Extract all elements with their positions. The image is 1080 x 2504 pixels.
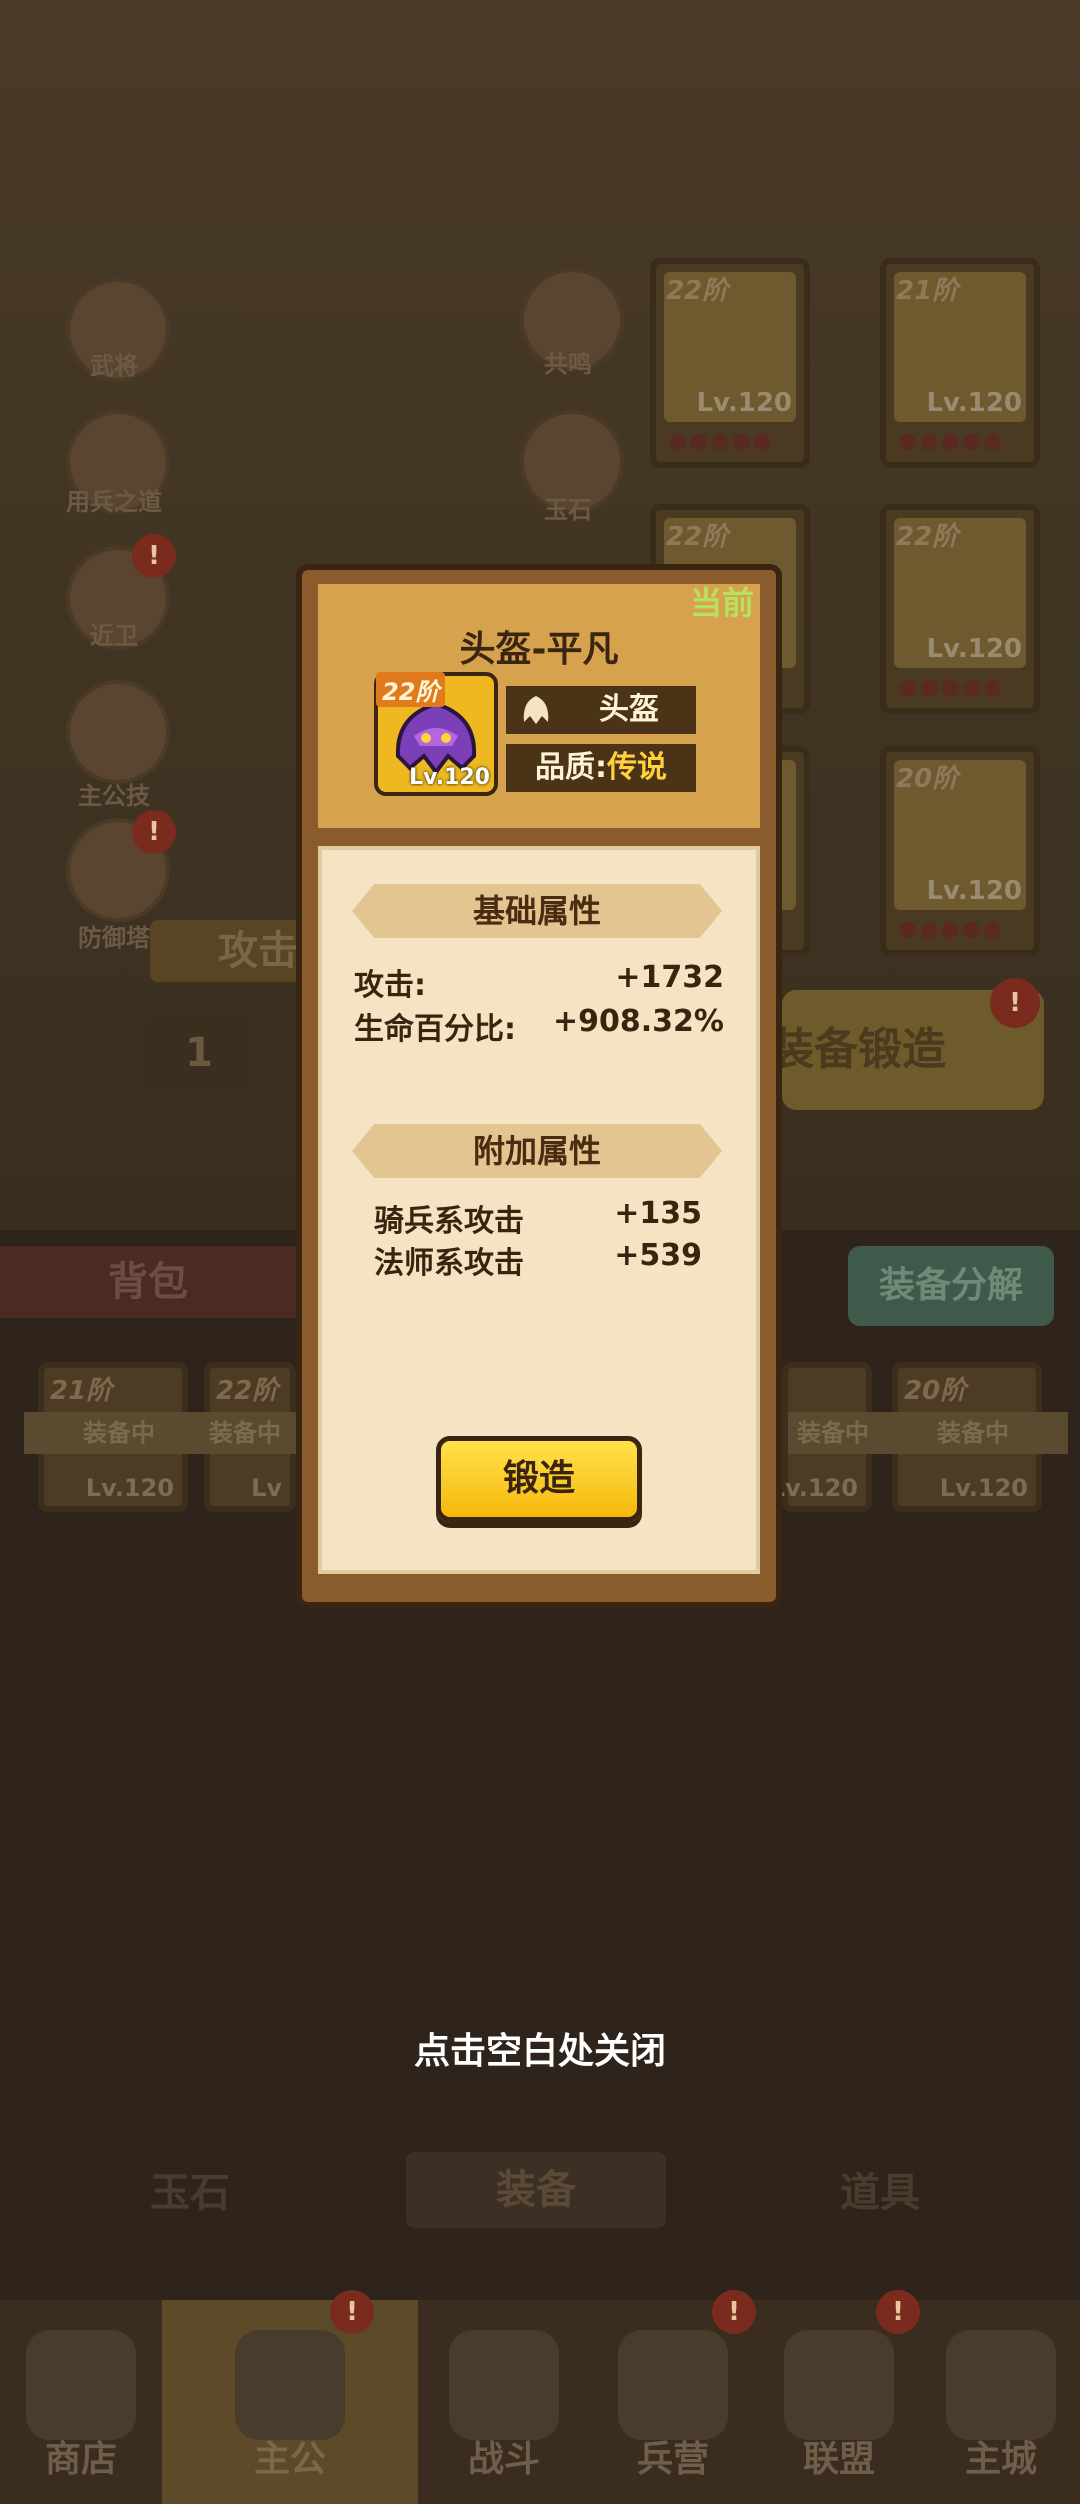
stat-value: +1732 — [615, 960, 724, 995]
item-quality-row: 品质:传说 — [506, 744, 696, 792]
bag-item-level: Lv.120 — [769, 1474, 858, 1502]
shop-icon — [26, 2330, 136, 2440]
star-pips: ●●●●● — [898, 429, 1004, 454]
stat-name: 生命百分比: — [354, 1012, 516, 1047]
equip-slot-tier: 22阶 — [666, 276, 729, 306]
menu-guard-label: 近卫 — [90, 622, 138, 650]
nav-shop[interactable]: 商店 — [0, 2300, 162, 2504]
nav-lord[interactable]: 主公 — [162, 2300, 418, 2504]
bag-item-2[interactable]: 22阶 装备中 Lv — [190, 1362, 300, 1512]
equip-slot-level: Lv.120 — [926, 634, 1022, 664]
menu-resonance-label: 共鸣 — [544, 350, 592, 378]
menu-tactics-label: 用兵之道 — [66, 488, 162, 516]
banner-icon — [784, 2330, 894, 2440]
nav-city-label: 主城 — [964, 2439, 1037, 2480]
bag-item-tier: 21阶 — [50, 1376, 113, 1406]
forge-equipment-label: 装备锻造 — [782, 1024, 946, 1075]
nav-shop-label: 商店 — [44, 2439, 117, 2480]
map-icon — [946, 2330, 1056, 2440]
equip-slot-2[interactable]: 21阶 Lv.120 ●●●●● — [880, 258, 1040, 468]
equip-slot-4[interactable]: 22阶 Lv.120 ●●●●● — [880, 504, 1040, 714]
nav-barracks-label: 兵营 — [636, 2439, 709, 2480]
stat-row-hp-percent: 生命百分比: +908.32% — [354, 1004, 724, 1048]
bag-item-level: Lv.120 — [939, 1474, 1028, 1502]
nav-alliance-label: 联盟 — [802, 2439, 875, 2480]
forge-button[interactable]: 锻造 — [436, 1436, 642, 1522]
stat-value: +135 — [614, 1196, 702, 1231]
star-pips: ●●●●● — [898, 675, 1004, 700]
tab-jade[interactable]: 玉石 — [100, 2160, 280, 2218]
count-display: 1 — [144, 1016, 254, 1090]
item-title: 头盔-平凡 — [459, 629, 619, 670]
equip-slot-level: Lv.120 — [926, 388, 1022, 418]
stat-name: 攻击: — [354, 968, 426, 1003]
lord-icon — [235, 2330, 345, 2440]
bow-icon — [618, 2330, 728, 2440]
menu-lord-skill[interactable] — [66, 680, 170, 784]
menu-lord-skill-label: 主公技 — [78, 782, 150, 810]
equipped-banner: 装备中 — [190, 1412, 300, 1454]
crossed-swords-icon — [449, 2330, 559, 2440]
current-tag: 当前 — [690, 584, 755, 622]
bag-item-3[interactable]: 装备中 Lv.120 — [770, 1362, 878, 1512]
equipped-banner: 装备中 — [878, 1412, 1068, 1454]
nav-lord-label: 主公 — [253, 2439, 326, 2480]
stat-name: 法师系攻击 — [374, 1246, 524, 1281]
forge-badge: ! — [990, 978, 1040, 1028]
barracks-badge: ! — [712, 2290, 756, 2334]
equipped-banner: 装备中 — [24, 1412, 214, 1454]
tab-items[interactable]: 道具 — [790, 2160, 970, 2218]
extra-attributes-header: 附加属性 — [352, 1124, 722, 1178]
bag-item-tier: 22阶 — [216, 1376, 279, 1406]
lord-badge: ! — [330, 2290, 374, 2334]
alliance-badge: ! — [876, 2290, 920, 2334]
quality-value: 传说 — [607, 750, 667, 785]
star-pips: ●●●●● — [898, 917, 1004, 942]
equip-slot-6[interactable]: 20阶 Lv.120 ●●●●● — [880, 746, 1040, 956]
nav-battle-label: 战斗 — [467, 2439, 540, 2480]
bag-item-4[interactable]: 20阶 装备中 Lv.120 — [878, 1362, 1068, 1512]
stat-row-mage-attack: 法师系攻击 +539 — [374, 1238, 702, 1282]
attack-banner: 攻击 — [150, 920, 310, 982]
tower-badge: ! — [132, 810, 176, 854]
stat-row-cavalry-attack: 骑兵系攻击 +135 — [374, 1196, 702, 1240]
nav-battle[interactable]: 战斗 — [418, 2300, 590, 2504]
bag-item-1[interactable]: 21阶 装备中 Lv.120 — [24, 1362, 214, 1512]
item-level: Lv.120 — [409, 765, 490, 790]
stat-name: 骑兵系攻击 — [374, 1204, 524, 1239]
equip-slot-1[interactable]: 22阶 Lv.120 ●●●●● — [650, 258, 810, 468]
equipped-banner: 装备中 — [788, 1412, 878, 1454]
lord-skill-icon — [66, 680, 170, 784]
equip-slot-level: Lv.120 — [926, 876, 1022, 906]
equip-slot-level: Lv.120 — [696, 388, 792, 418]
menu-jade-label: 玉石 — [544, 496, 592, 524]
close-hint[interactable]: 点击空白处关闭 — [0, 2022, 1080, 2074]
decompose-button[interactable]: 装备分解 — [848, 1246, 1054, 1326]
quality-label: 品质: — [535, 750, 607, 785]
bag-item-level: Lv.120 — [85, 1474, 174, 1502]
equip-slot-tier: 22阶 — [896, 522, 959, 552]
nav-city[interactable]: 主城 — [922, 2300, 1080, 2504]
item-type-row: 头盔 — [506, 686, 696, 734]
equip-slot-tier: 22阶 — [666, 522, 729, 552]
equip-slot-tier: 20阶 — [896, 764, 959, 794]
tab-equipment[interactable]: 装备 — [406, 2152, 666, 2228]
base-attributes-header: 基础属性 — [352, 884, 722, 938]
bag-item-level: Lv — [251, 1474, 282, 1502]
item-tier: 22阶 — [376, 672, 446, 707]
helmet-type-icon — [523, 696, 549, 724]
equip-slot-tier: 21阶 — [896, 276, 959, 306]
stat-row-attack: 攻击: +1732 — [354, 960, 724, 1004]
star-pips: ●●●●● — [668, 429, 774, 454]
item-type-label: 头盔 — [599, 692, 659, 727]
bag-item-tier: 20阶 — [904, 1376, 967, 1406]
stat-value: +539 — [614, 1238, 702, 1273]
guard-badge: ! — [132, 534, 176, 578]
menu-general-label: 武将 — [90, 352, 138, 380]
stat-value: +908.32% — [553, 1004, 724, 1039]
bag-title: 背包 — [0, 1246, 296, 1318]
item-slot: 22阶 Lv.120 — [374, 672, 498, 796]
